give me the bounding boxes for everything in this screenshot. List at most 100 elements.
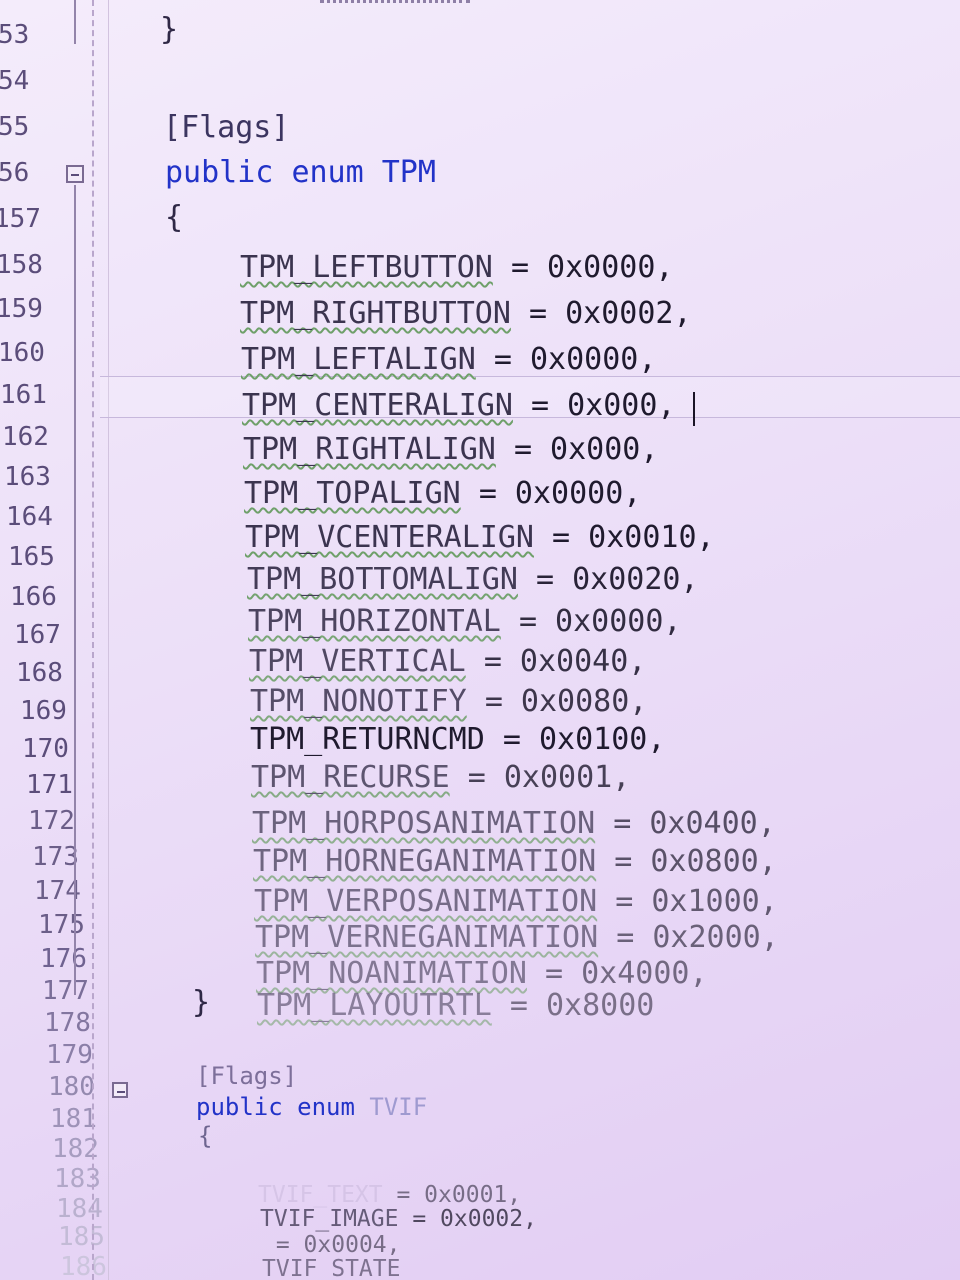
line-number: 177 [42, 976, 89, 1006]
line-number: 56 [0, 158, 30, 188]
enum-member-name: TPM_CENTERALIGN [242, 388, 513, 423]
text-caret [693, 392, 695, 426]
line-number: 185 [58, 1222, 105, 1252]
enum-member-value: = 0x0100, [502, 722, 666, 757]
enum-member: TPM_VCENTERALIGN = 0x0010, [245, 520, 715, 555]
enum-member-value: = 0x000, [531, 388, 676, 423]
line-number: 172 [28, 806, 75, 836]
line-number: 175 [38, 910, 85, 940]
enum-member: TPM_HORNEGANIMATION = 0x0800, [253, 844, 777, 879]
attribute-flags: [Flags] [163, 110, 290, 145]
enum-member-name: TPM_HORPOSANIMATION [252, 806, 596, 841]
enum-member-name: TPM_HORNEGANIMATION [253, 844, 597, 879]
keyword-public: public [165, 155, 274, 190]
line-number: 173 [32, 842, 79, 872]
line-number: 157 [0, 204, 41, 234]
line-number: 169 [20, 696, 67, 726]
enum-declaration-2: public enum TVIF [196, 1093, 427, 1121]
line-number: 158 [0, 250, 43, 280]
line-number: 163 [4, 462, 51, 492]
enum-member-2: TVIF_STATE [262, 1256, 414, 1280]
line-number: 184 [56, 1194, 103, 1224]
enum-member-value: = 0x0400, [613, 806, 776, 841]
enum-member-value: = 0x0001, [467, 760, 631, 795]
enum-member-name: TPM_BOTTOMALIGN [247, 562, 518, 597]
code-editor[interactable]: 53 54 55 56 157 158 159 160 161 162 163 164 165 166 16… [0, 0, 960, 1280]
enum-member-value: = 0x0000, [478, 476, 642, 511]
enum-member-value: = 0x8000 [509, 988, 655, 1023]
line-number: 178 [44, 1008, 91, 1038]
line-number: 54 [0, 66, 30, 96]
enum-member-name: TPM_NONOTIFY [250, 684, 467, 719]
collapse-region-icon[interactable] [112, 1082, 128, 1098]
enum-member: TPM_CENTERALIGN = 0x000, [242, 388, 676, 423]
enum-member: TPM_LEFTBUTTON = 0x0000, [240, 250, 674, 285]
enum-member-name: TPM_TOPALIGN [244, 476, 461, 511]
enum-member-value: = 0x1000, [615, 884, 778, 919]
line-number: 171 [26, 770, 73, 800]
enum-member-value: = 0x0080, [484, 684, 648, 719]
close-brace: } [160, 12, 179, 47]
enum-member-name: TVIF_TEXT [258, 1182, 383, 1208]
enum-member-name: TPM_VERNEGANIMATION [255, 920, 599, 955]
enum-member-value: = 0x0000, [510, 250, 674, 285]
enum-member-name: TPM_LEFTALIGN [241, 342, 476, 377]
enum-member-value: = 0x0000, [518, 604, 682, 639]
enum-member-value: = 0x0010, [552, 520, 715, 555]
keyword-enum-2: enum [297, 1093, 355, 1121]
open-brace-2: { [198, 1122, 213, 1150]
enum-member-name: TPM_VERTICAL [249, 644, 466, 679]
enum-declaration: public enum TPM [165, 155, 436, 190]
enum-member: TPM_HORPOSANIMATION = 0x0400, [252, 806, 776, 841]
keyword-enum: enum [291, 155, 364, 190]
keyword-public-2: public [196, 1093, 283, 1121]
enum-member-name: TPM_RIGHTALIGN [243, 432, 496, 467]
enum-name: TPM [381, 155, 436, 190]
enum-member: TPM_VERNEGANIMATION = 0x2000, [255, 920, 779, 955]
enum-member-value: = 0x0001, [396, 1182, 522, 1208]
enum-member-value: = 0x0040, [483, 644, 647, 679]
gutter-separator [108, 0, 109, 1280]
enum-member-value: = 0x0002, [412, 1206, 537, 1232]
enum-member: TPM_LEFTALIGN = 0x0000, [241, 342, 656, 377]
enum-member-2: TVIF_IMAGE = 0x0002, [260, 1206, 537, 1232]
enum-member: TPM_VERTICAL = 0x0040, [249, 644, 646, 679]
fold-region-line [74, 0, 76, 44]
line-number: 168 [16, 658, 63, 688]
collapse-region-icon[interactable] [66, 165, 84, 183]
enum-name-2: TVIF [369, 1093, 428, 1121]
enum-member-name: TVIF_STATE [262, 1256, 401, 1280]
enum-member: TPM_RETURNCMD = 0x0100, [250, 722, 665, 757]
line-number: 180 [48, 1072, 95, 1102]
enum-member: TPM_NONOTIFY = 0x0080, [250, 684, 647, 719]
enum-member-name: TPM_RETURNCMD [250, 722, 485, 757]
enum-member-value: = 0x4000, [545, 956, 708, 991]
enum-member-name: TVIF_IMAGE [260, 1206, 399, 1232]
enum-member-value: = 0x0020, [536, 562, 699, 597]
line-number: 186 [60, 1252, 107, 1280]
line-number: 166 [10, 582, 57, 612]
enum-member-value: = 0x2000, [616, 920, 779, 955]
enum-member-name: TPM_LAYOUTRTL [257, 988, 492, 1023]
line-number: 159 [0, 294, 43, 324]
line-number: 170 [22, 734, 69, 764]
enum-member-value: = 0x000, [513, 432, 659, 467]
enum-member-2: = 0x0004, [262, 1232, 401, 1258]
enum-member: TPM_TOPALIGN = 0x0000, [244, 476, 641, 511]
enum-member-value: = 0x0004, [275, 1232, 401, 1258]
enum-member-name: TPM_RIGHTBUTTON [240, 296, 511, 331]
enum-member-value: = 0x0800, [614, 844, 777, 879]
line-number: 53 [0, 20, 30, 50]
enum-member-name: TPM_LEFTBUTTON [240, 250, 493, 285]
enum-member: TPM_NOANIMATION = 0x4000, [256, 956, 708, 991]
line-number: 167 [14, 620, 61, 650]
line-number: 165 [8, 542, 55, 572]
enum-member-name: TPM_VERPOSANIMATION [254, 884, 598, 919]
enum-member-value: = 0x0000, [493, 342, 657, 377]
enum-member: TPM_RIGHTBUTTON = 0x0002, [240, 296, 692, 331]
enum-close-brace: } [192, 985, 211, 1020]
enum-member: TPM_BOTTOMALIGN = 0x0020, [247, 562, 699, 597]
enum-member-name: TPM_HORIZONTAL [248, 604, 501, 639]
enum-member: TPM_LAYOUTRTL = 0x8000 [257, 988, 654, 1023]
line-number: 55 [0, 112, 30, 142]
